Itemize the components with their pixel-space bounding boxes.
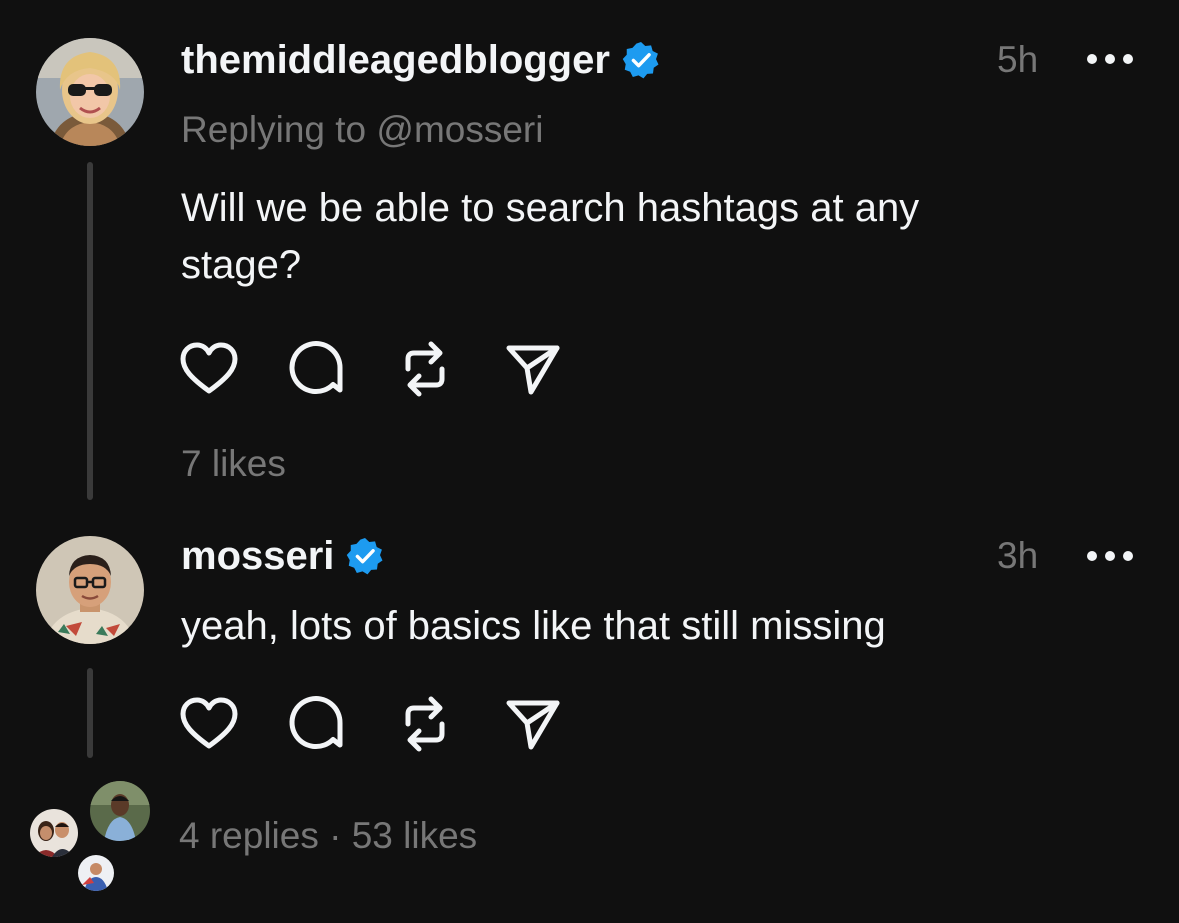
post-username[interactable]: themiddleagedblogger <box>181 36 660 84</box>
comment-icon[interactable] <box>286 693 348 755</box>
post-text: Will we be able to search hashtags at an… <box>181 186 920 287</box>
replies-likes-count[interactable]: 4 replies · 53 likes <box>179 814 477 858</box>
post-time: 5h <box>997 39 1039 80</box>
verified-badge-icon <box>622 41 660 79</box>
replier-avatar <box>30 809 78 857</box>
replier-avatar <box>90 781 150 841</box>
heart-icon[interactable] <box>178 693 240 755</box>
verified-badge-icon <box>346 537 384 575</box>
avatar-themiddleagedblogger[interactable] <box>36 38 144 146</box>
likes-count[interactable]: 7 likes <box>181 442 286 486</box>
post-time: 3h <box>997 535 1039 576</box>
share-icon[interactable] <box>502 338 564 400</box>
heart-icon[interactable] <box>178 338 240 400</box>
repost-icon[interactable] <box>394 338 456 400</box>
thread-line <box>87 668 93 758</box>
thread-line <box>87 162 93 500</box>
comment-icon[interactable] <box>286 338 348 400</box>
post-text: yeah, lots of basics like that still mis… <box>181 604 886 648</box>
replying-to-label: Replying to @mosseri <box>181 109 544 150</box>
repost-icon[interactable] <box>394 693 456 755</box>
post-username[interactable]: mosseri <box>181 532 384 580</box>
post-actions <box>178 693 610 755</box>
avatar-mosseri[interactable] <box>36 536 144 644</box>
post-actions <box>178 338 610 400</box>
username-text: mosseri <box>181 534 335 578</box>
replier-avatar <box>78 855 114 891</box>
more-options-icon[interactable] <box>1087 49 1133 69</box>
username-text: themiddleagedblogger <box>181 38 610 82</box>
share-icon[interactable] <box>502 693 564 755</box>
more-options-icon[interactable] <box>1087 546 1133 566</box>
